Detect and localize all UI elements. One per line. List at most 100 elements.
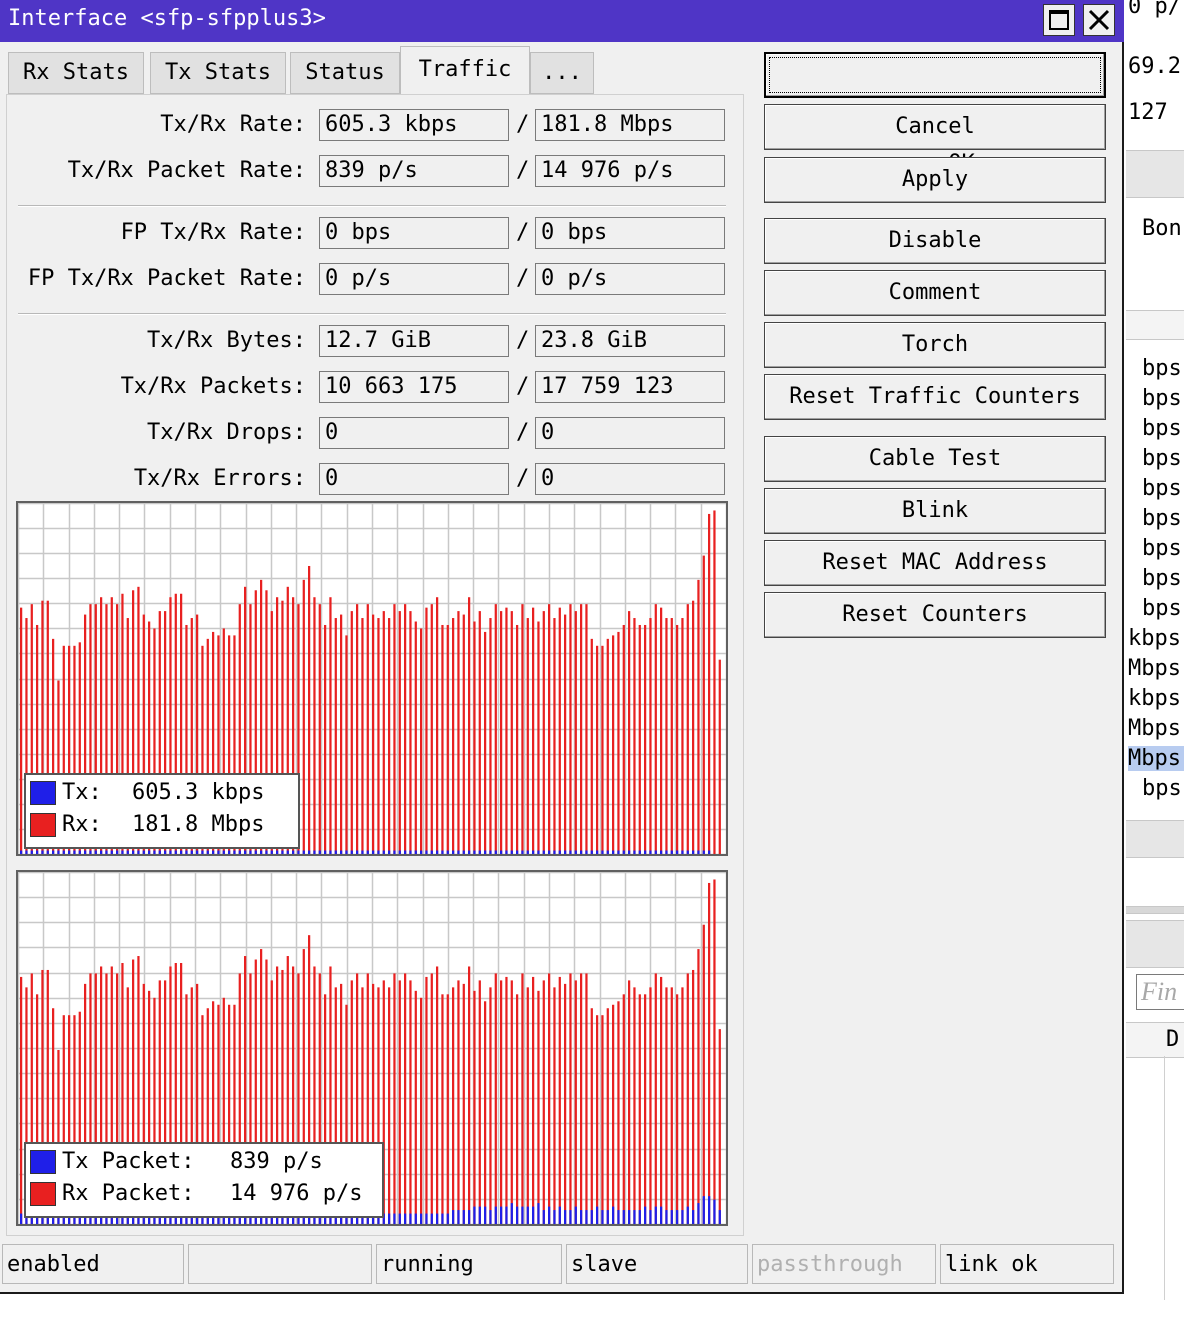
blink-button[interactable]: Blink [764,488,1106,534]
rx-bar [446,994,449,1224]
rx-bar [494,973,497,1224]
rx-bar [398,611,401,854]
rx-bar [372,614,375,854]
errors-label: Tx/Rx Errors: [133,466,306,491]
rx-bar [500,611,503,854]
rx-bar [665,987,668,1224]
fp-rx-packet-rate-field[interactable]: 0 p/s [535,263,725,295]
background-window: 0 p/ 69.2 127 Bon bps bps bps bps bps bps bps b… [1126,0,1184,1300]
rx-bar [718,659,721,854]
rx-bar [617,631,620,854]
rx-bar [494,604,497,854]
tx-bytes-field[interactable]: 12.7 GiB [319,325,509,357]
rx-bar [478,611,481,854]
tab-traffic[interactable]: Traffic [400,46,530,96]
ok-button[interactable]: OK [764,52,1106,176]
tab-tx-stats[interactable]: Tx Stats [150,52,286,94]
tab-status[interactable]: Status [290,52,400,94]
tx-bar [537,850,540,854]
rx-errors-field[interactable]: 0 [535,463,725,495]
tx-bar [606,1210,609,1224]
rx-bar [649,987,652,1224]
close-button[interactable] [1083,4,1115,36]
rx-bar [612,1004,615,1224]
maximize-button[interactable] [1043,4,1075,36]
rx-packets-field[interactable]: 17 759 123 [535,371,725,403]
status-empty [188,1244,372,1284]
rx-bar [414,990,417,1224]
tx-bar [372,850,375,854]
tx-bar [169,850,172,854]
rx-bar [500,980,503,1224]
disable-button[interactable]: Disable [764,218,1106,264]
rx-bar [436,966,439,1224]
tx-errors-field[interactable]: 0 [319,463,509,495]
comment-button[interactable]: Comment [764,270,1106,316]
tx-bar [644,850,647,854]
tx-bar [164,850,167,854]
fp-rx-rate-field[interactable]: 0 bps [535,217,725,249]
rx-bar [692,600,695,854]
rx-bar [441,624,444,854]
rx-bar [308,565,311,854]
tx-bar [670,850,673,854]
tx-bar [340,850,343,854]
rx-bar [329,597,332,854]
rx-packet-rate-field[interactable]: 14 976 p/s [535,155,725,187]
tx-bar [388,1213,391,1224]
tab-rx-stats[interactable]: Rx Stats [8,52,144,94]
bg-unit: Mbps [1128,716,1181,741]
rx-bar [318,604,321,854]
tx-bar [590,850,593,854]
tx-bar [633,1210,636,1224]
tx-rate-field[interactable]: 605.3 kbps [319,109,509,141]
apply-button[interactable]: Apply [764,157,1106,203]
rx-rate-field[interactable]: 181.8 Mbps [535,109,725,141]
fp-tx-rate-field[interactable]: 0 bps [319,217,509,249]
tx-bar [654,1206,657,1224]
tx-bar [526,1206,529,1224]
tx-packet-rate-field[interactable]: 839 p/s [319,155,509,187]
tx-bar [441,850,444,854]
rx-bar [457,611,460,854]
reset-traffic-counters-button[interactable]: Reset Traffic Counters [764,374,1106,420]
tab-more[interactable]: ... [530,52,594,94]
bg-top-text: 0 p/ [1128,0,1181,19]
bg-find-input[interactable]: Fin [1136,974,1184,1010]
tx-bar [510,850,513,854]
bg-column-header [1126,310,1184,340]
tx-bar [254,850,257,854]
cancel-button[interactable]: Cancel [764,104,1106,150]
rx-bar [548,604,551,854]
tx-bar [622,850,625,854]
title-bar[interactable]: Interface <sfp-sfpplus3> [0,0,1124,42]
reset-counters-button[interactable]: Reset Counters [764,592,1106,638]
tx-bar [585,1210,588,1224]
tx-bar [350,850,353,854]
rx-bytes-field[interactable]: 23.8 GiB [535,325,725,357]
bytes-label: Tx/Rx Bytes: [147,328,306,353]
rx-bar [420,997,423,1224]
rx-bar [516,624,519,854]
rx-bar [516,994,519,1224]
separator: / [516,266,530,291]
rx-bar [430,973,433,1224]
rx-bar [20,607,23,854]
rx-drops-field[interactable]: 0 [535,417,725,449]
tx-drops-field[interactable]: 0 [319,417,509,449]
reset-mac-address-button[interactable]: Reset MAC Address [764,540,1106,586]
torch-button[interactable]: Torch [764,322,1106,368]
tx-bar [468,1210,471,1224]
packet-rate-label: Tx/Rx Packet Rate: [67,158,306,183]
rx-bar [574,611,577,854]
rx-bar [708,882,711,1224]
tx-bar [638,1210,641,1224]
legend-tx-packet-label: Tx Packet: [62,1149,195,1174]
status-enabled: enabled [2,1244,184,1284]
tx-packets-field[interactable]: 10 663 175 [319,371,509,403]
rx-bar [644,994,647,1224]
fp-tx-packet-rate-field[interactable]: 0 p/s [319,263,509,295]
tx-bar [558,1206,561,1224]
cable-test-button[interactable]: Cable Test [764,436,1106,482]
rx-bar [601,645,604,854]
